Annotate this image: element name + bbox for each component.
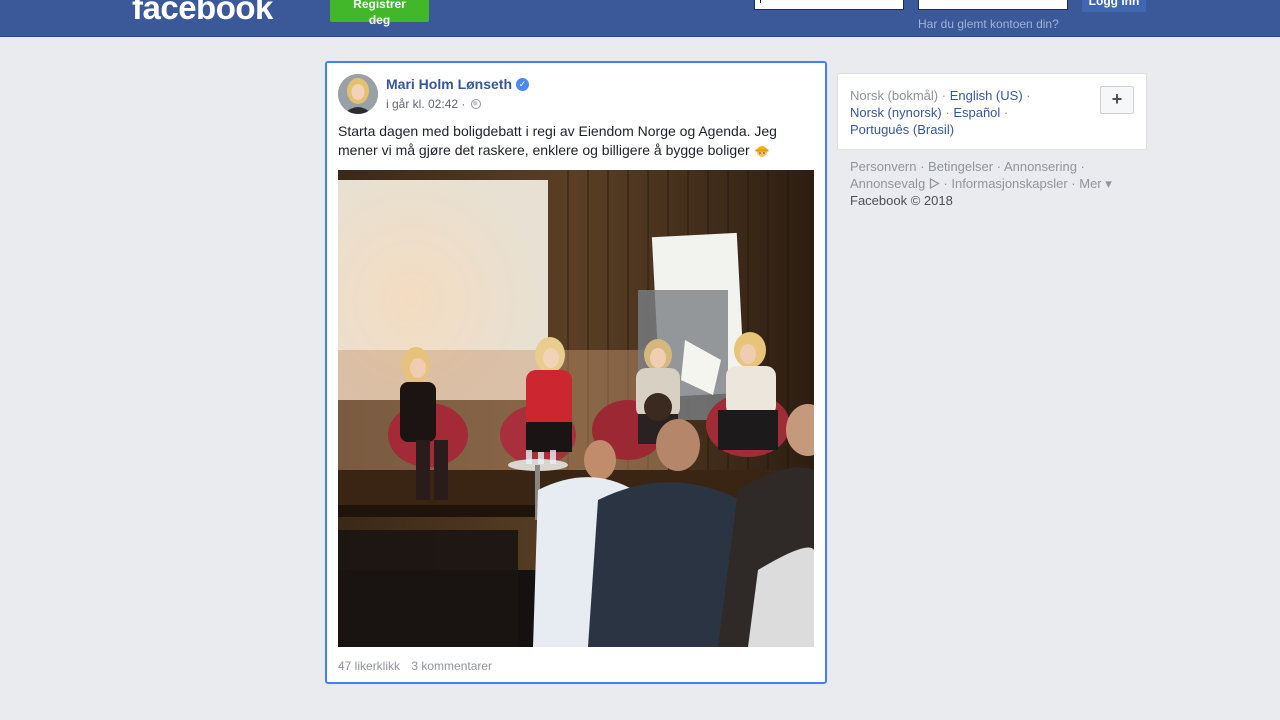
forgot-account-link[interactable]: Har du glemt kontoen din? [918,17,1059,31]
likes-count[interactable]: 47 likerklikk [338,659,400,673]
construction-worker-emoji-icon [755,146,769,157]
more-languages-button[interactable]: + [1100,86,1134,114]
avatar[interactable] [338,74,378,114]
comments-count[interactable]: 3 kommentarer [411,659,492,673]
footer-link-more[interactable]: Mer [1079,176,1101,191]
footer-link-privacy[interactable]: Personvern [850,159,916,174]
post-meta: i går kl. 02:42 · [386,97,481,111]
post-stats: 47 likerklikk 3 kommentarer [338,659,500,673]
avatar-portrait [338,74,378,114]
footer-link-ad-choices[interactable]: Annonsevalg [850,176,925,191]
language-espanol[interactable]: Español [953,105,1000,120]
top-navigation-bar: facebook Registrer deg Logg inn Har du g… [0,0,1280,37]
post-timestamp[interactable]: i går kl. 02:42 · [386,97,465,111]
register-button[interactable]: Registrer deg [330,0,429,27]
facebook-logo[interactable]: facebook [132,0,273,28]
footer-links: Personvern · Betingelser · Annonsering ·… [850,159,1112,208]
chevron-down-icon[interactable]: ▾ [1105,176,1112,191]
current-language: Norsk (bokmål) [850,88,939,103]
globe-icon[interactable] [470,99,481,109]
panel-debate-photo [338,170,814,647]
language-selector-box: Norsk (bokmål) · English (US) · Norsk (n… [837,73,1147,150]
post-author-name[interactable]: Mari Holm Lønseth [386,76,512,92]
footer-link-advertising[interactable]: Annonsering [1004,159,1077,174]
language-norsk-nynorsk[interactable]: Norsk (nynorsk) [850,105,942,120]
language-portugues-brasil[interactable]: Português (Brasil) [850,122,954,137]
password-field[interactable] [918,0,1068,10]
post-photo[interactable] [338,170,814,647]
text-caret [760,0,761,3]
verified-badge-icon: ✓ [516,78,529,91]
post-card: Mari Holm Lønseth ✓ i går kl. 02:42 · St… [325,61,827,684]
language-english-us[interactable]: English (US) [950,88,1023,103]
ad-choices-icon [929,177,940,190]
footer-link-cookies[interactable]: Informasjonskapsler [951,176,1067,191]
post-text-body: Starta dagen med boligdebatt i regi av E… [338,123,777,158]
login-button[interactable]: Logg inn [1082,0,1146,12]
email-field[interactable] [754,0,904,10]
post-text: Starta dagen med boligdebatt i regi av E… [338,122,808,160]
footer-link-terms[interactable]: Betingelser [928,159,993,174]
language-list: Norsk (bokmål) · English (US) · Norsk (n… [850,88,1031,137]
copyright: Facebook © 2018 [850,193,953,208]
